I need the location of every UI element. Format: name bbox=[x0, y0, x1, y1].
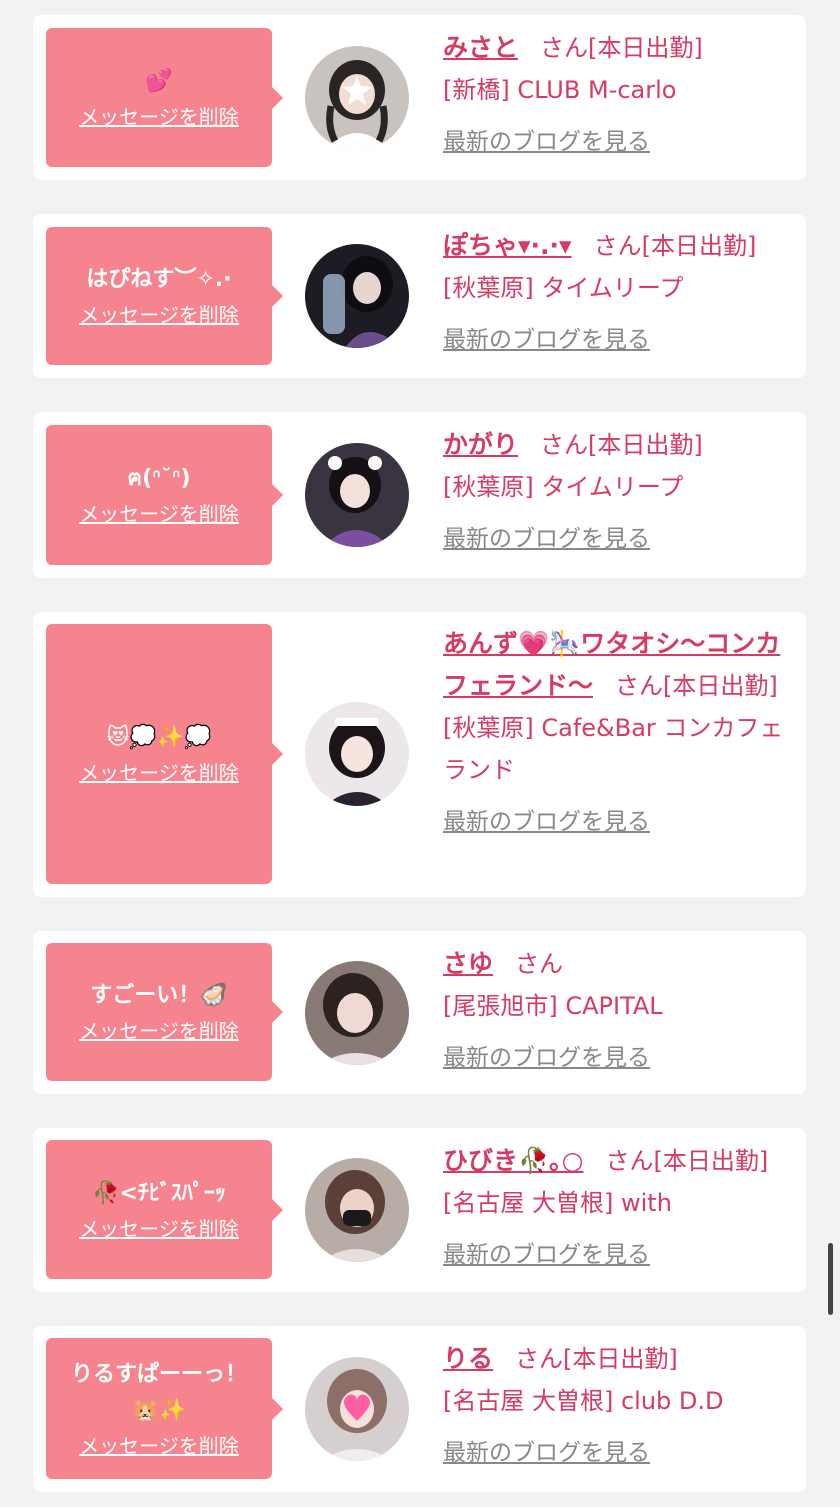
shop-text: [尾張旭市] CAPITAL bbox=[443, 992, 663, 1020]
avatar[interactable] bbox=[305, 1158, 409, 1262]
cast-info: あんず💗🎠ワタオシ〜コンカフェランド〜 さん[本日出勤] [秋葉原] Cafe&B… bbox=[443, 623, 798, 839]
message-card: はぴねす︶✧.· メッセージを削除 ぽちゃ▾·.·▾ さん[本日出勤] [秋葉原]… bbox=[33, 214, 806, 378]
honorific: さん bbox=[540, 34, 589, 62]
avatar-image bbox=[305, 443, 409, 547]
delete-message-link[interactable]: メッセージを削除 bbox=[79, 1016, 239, 1046]
message-text: 🥀<ﾁﾋﾞｽﾊﾟｰｯ bbox=[92, 1180, 226, 1206]
avatar[interactable] bbox=[305, 1357, 409, 1461]
latest-blog-link[interactable]: 最新のブログを見る bbox=[443, 1041, 793, 1075]
message-bubble: ฅ(ᐢ˘ᐢ) メッセージを削除 bbox=[46, 425, 283, 565]
message-text: 💕 bbox=[145, 68, 173, 94]
message-bubble: はぴねす︶✧.· メッセージを削除 bbox=[46, 227, 283, 365]
avatar-image bbox=[305, 46, 409, 150]
message-bubble: 🥀<ﾁﾋﾞｽﾊﾟｰｯ メッセージを削除 bbox=[46, 1140, 283, 1279]
cast-info: りる さん[本日出勤] [名古屋 大曽根] club D.D 最新のブログを見る bbox=[443, 1338, 793, 1470]
message-text: りるすぱーーっ！🐹✨ bbox=[70, 1361, 247, 1423]
cast-name-link[interactable]: かがり bbox=[443, 430, 518, 459]
cast-name-link[interactable]: りる bbox=[443, 1344, 493, 1373]
latest-blog-link[interactable]: 最新のブログを見る bbox=[443, 1436, 793, 1470]
latest-blog-link[interactable]: 最新のブログを見る bbox=[443, 805, 798, 839]
cast-name-link[interactable]: さゆ bbox=[443, 949, 493, 978]
delete-message-link[interactable]: メッセージを削除 bbox=[79, 300, 239, 330]
honorific: さん bbox=[515, 1345, 564, 1373]
delete-message-link[interactable]: メッセージを削除 bbox=[79, 499, 239, 529]
status-text: [本日出勤] bbox=[588, 431, 703, 459]
latest-blog-link[interactable]: 最新のブログを見る bbox=[443, 1238, 793, 1272]
honorific: さん bbox=[540, 431, 589, 459]
delete-message-link[interactable]: メッセージを削除 bbox=[79, 102, 239, 132]
shop-text: [秋葉原] Cafe&Bar コンカフェランド bbox=[443, 714, 784, 784]
avatar-image bbox=[305, 244, 409, 348]
message-bubble: すごーい！🦪 メッセージを削除 bbox=[46, 943, 283, 1081]
cast-name-link[interactable]: ひびき🥀｡○ bbox=[443, 1146, 583, 1175]
message-list: 💕 メッセージを削除 みさと さん[本日出勤] [新橋] CLUB M-carlo… bbox=[0, 0, 840, 1507]
cast-info: さゆ さん [尾張旭市] CAPITAL 最新のブログを見る bbox=[443, 943, 793, 1075]
message-bubble: 💕 メッセージを削除 bbox=[46, 28, 283, 167]
message-card: ฅ(ᐢ˘ᐢ) メッセージを削除 かがり さん[本日出勤] [秋葉原] タイムリープ… bbox=[33, 412, 806, 578]
avatar[interactable] bbox=[305, 244, 409, 348]
cast-info: みさと さん[本日出勤] [新橋] CLUB M-carlo 最新のブログを見る bbox=[443, 27, 793, 159]
avatar[interactable] bbox=[305, 961, 409, 1065]
avatar-image bbox=[305, 1158, 409, 1262]
latest-blog-link[interactable]: 最新のブログを見る bbox=[443, 522, 793, 556]
message-text: 😻💭✨💭 bbox=[106, 725, 212, 750]
avatar[interactable] bbox=[305, 46, 409, 150]
message-bubble: 😻💭✨💭 メッセージを削除 bbox=[46, 624, 283, 884]
shop-text: [秋葉原] タイムリープ bbox=[443, 274, 684, 302]
avatar-image bbox=[305, 702, 409, 806]
avatar[interactable] bbox=[305, 702, 409, 806]
delete-message-link[interactable]: メッセージを削除 bbox=[79, 1431, 239, 1461]
latest-blog-link[interactable]: 最新のブログを見る bbox=[443, 323, 803, 357]
status-text: [本日出勤] bbox=[588, 34, 703, 62]
honorific: さん bbox=[605, 1147, 654, 1175]
message-text: はぴねす︶✧.· bbox=[86, 267, 232, 292]
status-text: [本日出勤] bbox=[663, 672, 778, 700]
honorific: さん bbox=[593, 232, 642, 260]
message-card: 🥀<ﾁﾋﾞｽﾊﾟｰｯ メッセージを削除 ひびき🥀｡○ さん[本日出勤] [名古屋 … bbox=[33, 1128, 806, 1292]
status-text: [本日出勤] bbox=[563, 1345, 678, 1373]
cast-name-link[interactable]: ぽちゃ▾·.·▾ bbox=[443, 231, 572, 260]
delete-message-link[interactable]: メッセージを削除 bbox=[79, 1214, 239, 1244]
avatar-image bbox=[305, 961, 409, 1065]
delete-message-link[interactable]: メッセージを削除 bbox=[79, 758, 239, 788]
scrollbar[interactable] bbox=[828, 1243, 833, 1315]
honorific: さん bbox=[515, 950, 564, 978]
latest-blog-link[interactable]: 最新のブログを見る bbox=[443, 125, 793, 159]
shop-text: [名古屋 大曽根] with bbox=[443, 1189, 672, 1217]
message-text: すごーい！🦪 bbox=[90, 983, 228, 1008]
cast-info: かがり さん[本日出勤] [秋葉原] タイムリープ 最新のブログを見る bbox=[443, 424, 793, 556]
message-card: 😻💭✨💭 メッセージを削除 あんず💗🎠ワタオシ〜コンカフェランド〜 さん[本日出勤… bbox=[33, 612, 806, 897]
cast-info: ぽちゃ▾·.·▾ さん[本日出勤] [秋葉原] タイムリープ 最新のブログを見る bbox=[443, 225, 803, 357]
shop-text: [名古屋 大曽根] club D.D bbox=[443, 1387, 724, 1415]
status-text: [本日出勤] bbox=[641, 232, 757, 260]
message-card: すごーい！🦪 メッセージを削除 さゆ さん [尾張旭市] CAPITAL 最新のブ… bbox=[33, 931, 806, 1094]
shop-text: [新橋] CLUB M-carlo bbox=[443, 76, 677, 104]
status-text: [本日出勤] bbox=[653, 1147, 769, 1175]
avatar[interactable] bbox=[305, 443, 409, 547]
message-card: 💕 メッセージを削除 みさと さん[本日出勤] [新橋] CLUB M-carlo… bbox=[33, 15, 806, 180]
cast-name-link[interactable]: みさと bbox=[443, 33, 518, 62]
shop-text: [秋葉原] タイムリープ bbox=[443, 473, 684, 501]
message-text: ฅ(ᐢ˘ᐢ) bbox=[127, 466, 191, 491]
avatar-image bbox=[305, 1357, 409, 1461]
cast-info: ひびき🥀｡○ さん[本日出勤] [名古屋 大曽根] with 最新のブログを見る bbox=[443, 1140, 793, 1272]
message-bubble: りるすぱーーっ！🐹✨ メッセージを削除 bbox=[46, 1338, 283, 1479]
honorific: さん bbox=[615, 672, 664, 700]
message-card: りるすぱーーっ！🐹✨ メッセージを削除 りる さん[本日出勤] [名古屋 大曽根]… bbox=[33, 1326, 806, 1492]
